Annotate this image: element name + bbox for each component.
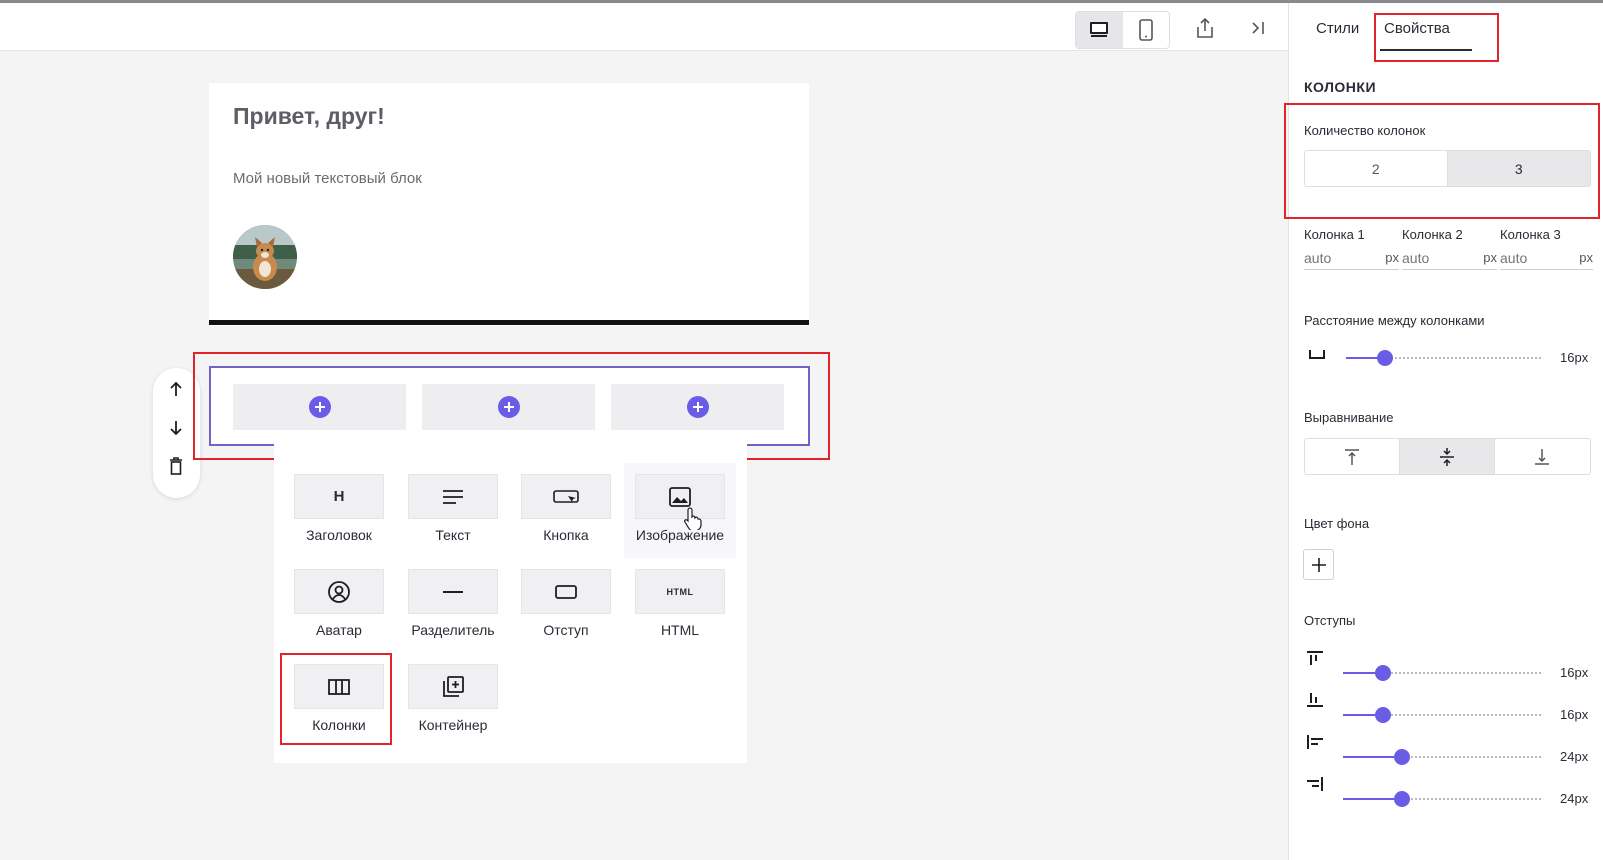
- padding-left-value: 24px: [1560, 749, 1589, 764]
- divider-icon: [443, 590, 463, 593]
- palette-divider-label: Разделитель: [411, 622, 495, 638]
- padding-top-value: 16px: [1560, 665, 1589, 680]
- align-middle-icon: [1440, 447, 1454, 466]
- padding-right-value: 24px: [1560, 791, 1589, 806]
- add-bg-color-button[interactable]: [1303, 549, 1334, 580]
- hand-cursor-icon: [684, 507, 702, 530]
- email-text-block[interactable]: Мой новый текстовый блок: [233, 170, 422, 187]
- bg-color-label: Цвет фона: [1304, 516, 1370, 531]
- plus-icon: [1311, 557, 1326, 572]
- alignment-selector: [1304, 438, 1591, 475]
- palette-spacer-tile[interactable]: [521, 569, 611, 614]
- gap-icon: [1309, 350, 1325, 359]
- align-bottom-icon: [1535, 448, 1550, 465]
- share-icon: [1197, 17, 1213, 38]
- email-divider[interactable]: [209, 320, 809, 325]
- padding-bottom-icon: [1307, 693, 1323, 707]
- palette-avatar-label: Аватар: [316, 622, 362, 638]
- align-middle-button[interactable]: [1400, 439, 1495, 474]
- padding-right-icon: [1307, 777, 1323, 791]
- delete-row-button[interactable]: [165, 455, 187, 477]
- button-icon: [553, 489, 579, 503]
- image-icon: [669, 486, 691, 507]
- column-2-width-input[interactable]: [1402, 248, 1472, 268]
- collapse-panel-button[interactable]: [1244, 13, 1274, 43]
- palette-image-label: Изображение: [635, 527, 725, 543]
- text-icon: [443, 489, 463, 504]
- move-down-button[interactable]: [165, 417, 187, 439]
- palette-container-label: Контейнер: [418, 717, 488, 733]
- container-icon: [443, 675, 464, 697]
- section-title: КОЛОНКИ: [1304, 79, 1377, 95]
- avatar-icon: [328, 580, 350, 603]
- arrow-down-icon: [170, 421, 182, 436]
- highlight-properties-tab: [1374, 13, 1499, 62]
- padding-left-slider[interactable]: [1343, 749, 1541, 765]
- palette-html-label: HTML: [660, 622, 700, 638]
- padding-bottom-slider[interactable]: [1343, 707, 1541, 723]
- highlight-column-count: [1284, 103, 1600, 219]
- palette-button-label: Кнопка: [543, 527, 589, 543]
- editor-toolbar: [0, 3, 1288, 51]
- padding-left-knob[interactable]: [1394, 749, 1410, 765]
- device-switcher: [1075, 11, 1170, 49]
- align-top-icon: [1345, 448, 1360, 465]
- padding-bottom-knob[interactable]: [1375, 707, 1391, 723]
- palette-heading-label: Заголовок: [306, 527, 372, 543]
- palette-html-tile[interactable]: HTML: [635, 569, 725, 614]
- gap-slider[interactable]: [1346, 350, 1541, 366]
- palette-spacer-label: Отступ: [543, 622, 589, 638]
- align-top-button[interactable]: [1305, 439, 1401, 474]
- column-2-width-field: px: [1402, 248, 1497, 270]
- dog-avatar-image: [233, 225, 297, 289]
- palette-text-tile[interactable]: [408, 474, 498, 519]
- mobile-view-button[interactable]: [1123, 12, 1170, 48]
- gap-value: 16px: [1560, 350, 1589, 365]
- padding-bottom-value: 16px: [1560, 707, 1589, 722]
- alignment-label: Выравнивание: [1304, 410, 1394, 425]
- column-1-width-field: px: [1304, 248, 1399, 270]
- column-3-width-field: px: [1500, 248, 1593, 270]
- padding-left-icon: [1307, 735, 1323, 749]
- palette-container-tile[interactable]: [408, 664, 498, 709]
- html-icon: HTML: [666, 586, 694, 597]
- desktop-icon: [1090, 22, 1109, 37]
- spacer-icon: [555, 584, 577, 599]
- email-heading[interactable]: Привет, друг!: [233, 103, 385, 130]
- share-button[interactable]: [1190, 13, 1220, 43]
- align-bottom-button[interactable]: [1495, 439, 1590, 474]
- padding-top-slider[interactable]: [1343, 665, 1541, 681]
- palette-heading-tile[interactable]: H: [294, 474, 384, 519]
- column-3-width-input[interactable]: [1500, 248, 1570, 268]
- palette-button-tile[interactable]: [521, 474, 611, 519]
- arrow-up-icon: [170, 381, 182, 396]
- column-1-unit: px: [1385, 250, 1399, 265]
- padding-right-slider[interactable]: [1343, 791, 1541, 807]
- column-3-unit: px: [1579, 250, 1593, 265]
- column-1-width-input[interactable]: [1304, 248, 1374, 268]
- palette-text-label: Текст: [435, 527, 471, 543]
- column-1-label: Колонка 1: [1304, 227, 1365, 242]
- padding-top-knob[interactable]: [1375, 665, 1391, 681]
- column-3-label: Колонка 3: [1500, 227, 1561, 242]
- mobile-icon: [1138, 19, 1153, 41]
- gap-label: Расстояние между колонками: [1304, 313, 1485, 328]
- gap-slider-knob[interactable]: [1377, 350, 1393, 366]
- palette-avatar-tile[interactable]: [294, 569, 384, 614]
- paddings-label: Отступы: [1304, 613, 1356, 628]
- trash-icon: [170, 457, 182, 475]
- palette-divider-tile[interactable]: [408, 569, 498, 614]
- highlight-columns-tile: [280, 653, 392, 745]
- tab-styles[interactable]: Стили: [1316, 20, 1359, 37]
- column-2-label: Колонка 2: [1402, 227, 1463, 242]
- padding-right-knob[interactable]: [1394, 791, 1410, 807]
- collapse-right-icon: [1252, 22, 1264, 34]
- column-2-unit: px: [1483, 250, 1497, 265]
- move-up-button[interactable]: [165, 378, 187, 400]
- heading-icon: H: [333, 488, 345, 505]
- padding-top-icon: [1307, 651, 1323, 665]
- desktop-view-button[interactable]: [1076, 12, 1123, 48]
- palette-image-tile[interactable]: [635, 474, 725, 519]
- email-avatar[interactable]: [233, 225, 297, 289]
